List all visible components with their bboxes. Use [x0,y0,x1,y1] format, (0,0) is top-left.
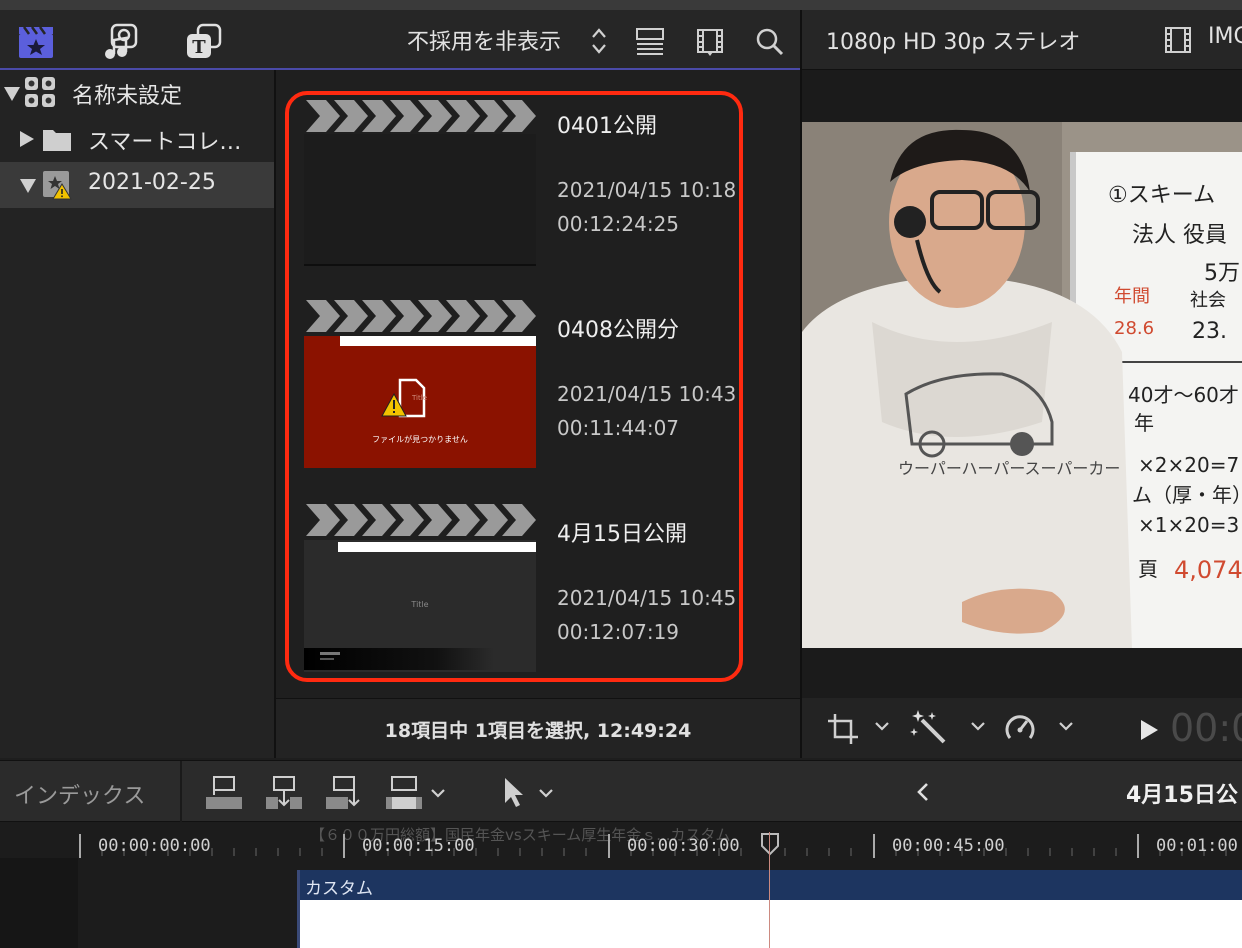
viewer-controls: 00:0 [802,698,1242,758]
magic-wand-icon[interactable] [910,708,950,748]
viewer-pane[interactable]: ①スキーム 法人 役員 5万 年間 28.6 社会 23. 40才〜60才 年 … [802,70,1242,698]
whiteboard-text: 40才〜60才 [1128,383,1239,407]
track-gutter [0,858,78,948]
browser-toolbar: T 不採用を非表示 [0,10,800,70]
viewer-clip-name: IMG [1208,24,1242,49]
whiteboard-text: ム（厚・年） [1132,483,1242,507]
viewer-header: 1080p HD 30p ステレオ IMG [802,10,1242,70]
play-icon[interactable] [1138,718,1160,742]
photos-music-icon[interactable] [100,22,140,62]
whiteboard-text: 年間 [1114,286,1150,307]
whiteboard-text: 28.6 [1114,318,1154,339]
library-icon [25,77,55,107]
insert-clip-icon[interactable] [264,773,304,813]
sidebar-library-row[interactable]: 名称未設定 [0,70,274,116]
folder-icon [43,130,71,151]
clip-filmstrip-icon [1165,27,1191,53]
viewer-timecode: 00:0 [1170,706,1242,750]
ruler-label: 00:00:15:00 [362,836,475,856]
disclosure-down-icon[interactable] [20,179,36,193]
timeline-pane[interactable]: 【６００万円総額】国民年金vsスキーム厚生年金ｓ...カスタム 00:00:00… [0,822,1242,948]
ruler-label: 00:00:00:00 [98,836,211,856]
whiteboard-text: ×1×20=3 [1138,513,1239,537]
speedometer-icon[interactable] [1002,710,1038,746]
disclosure-down-icon[interactable] [4,87,20,101]
timeline-header: インデックス 4月15日公 [0,760,1242,823]
sidebar-item-event[interactable]: 2021-02-25 [0,162,274,208]
svg-text:T: T [192,37,206,58]
event-warning-icon [43,171,72,200]
connect-clip-icon[interactable] [204,773,244,813]
whiteboard-text: 社会 [1190,290,1226,311]
sidebar-item-label: スマートコレ… [88,130,242,155]
viewer-format-label[interactable]: 1080p HD 30p ステレオ [826,24,1080,56]
selection-status: 18項目中 1項目を選択, 12:49:24 [384,720,692,742]
select-tool-icon[interactable] [500,775,528,809]
playhead[interactable] [769,832,770,948]
index-button[interactable]: インデックス [14,778,145,810]
whiteboard-text: 4,074 [1174,556,1242,584]
search-icon[interactable] [754,26,786,58]
sidebar-item-smart-collections[interactable]: スマートコレ… [0,116,274,162]
library-name: 名称未設定 [72,84,183,109]
chevron-down-icon[interactable] [874,720,890,732]
timeline-clip-label: カスタム [305,879,373,899]
timeline-clip-header: カスタム [300,870,1242,900]
chevron-down-icon[interactable] [538,787,554,799]
video-frame[interactable]: ①スキーム 法人 役員 5万 年間 28.6 社会 23. 40才〜60才 年 … [802,122,1242,648]
window-top-strip [0,0,1242,10]
back-icon[interactable] [914,781,932,803]
annotation-highlight-box [285,91,743,682]
filter-dropdown[interactable]: 不採用を非表示 [407,24,561,56]
ruler-label: 00:00:45:00 [892,836,1005,856]
crop-icon[interactable] [826,712,860,746]
divider [180,761,182,823]
shirt-text: ウーパーハーパースーパーカー [898,459,1120,478]
sidebar-item-label: 2021-02-25 [88,170,216,195]
whiteboard-text: 頁 [1138,557,1158,581]
whiteboard-text: 23. [1192,319,1227,344]
project-title: 4月15日公 [1126,783,1238,808]
whiteboard-text: 5万 [1204,261,1240,286]
whiteboard-text: ①スキーム [1108,183,1215,208]
filmstrip-icon[interactable] [694,26,726,58]
library-sidebar: 名称未設定 スマートコレ… 2021-02-25 [0,70,274,758]
ruler-label: 00:00:30:00 [627,836,740,856]
whiteboard-text: 年 [1134,411,1154,435]
disclosure-right-icon[interactable] [20,131,34,147]
clapper-star-icon[interactable] [16,22,56,62]
browser-status-bar: 18項目中 1項目を選択, 12:49:24 [276,698,800,758]
titles-icon[interactable]: T [184,22,224,62]
chevron-down-icon[interactable] [430,787,446,799]
chevron-down-icon[interactable] [1058,720,1074,732]
whiteboard-text: 法人 役員 [1132,223,1227,248]
overwrite-clip-icon[interactable] [384,773,424,813]
whiteboard-text: ×2×20=7 [1138,453,1239,477]
ruler-label: 00:01:00 [1156,836,1238,856]
chevron-updown-icon[interactable] [590,26,608,56]
chevron-down-icon[interactable] [970,720,986,732]
list-view-icon[interactable] [634,26,666,58]
append-clip-icon[interactable] [324,773,364,813]
